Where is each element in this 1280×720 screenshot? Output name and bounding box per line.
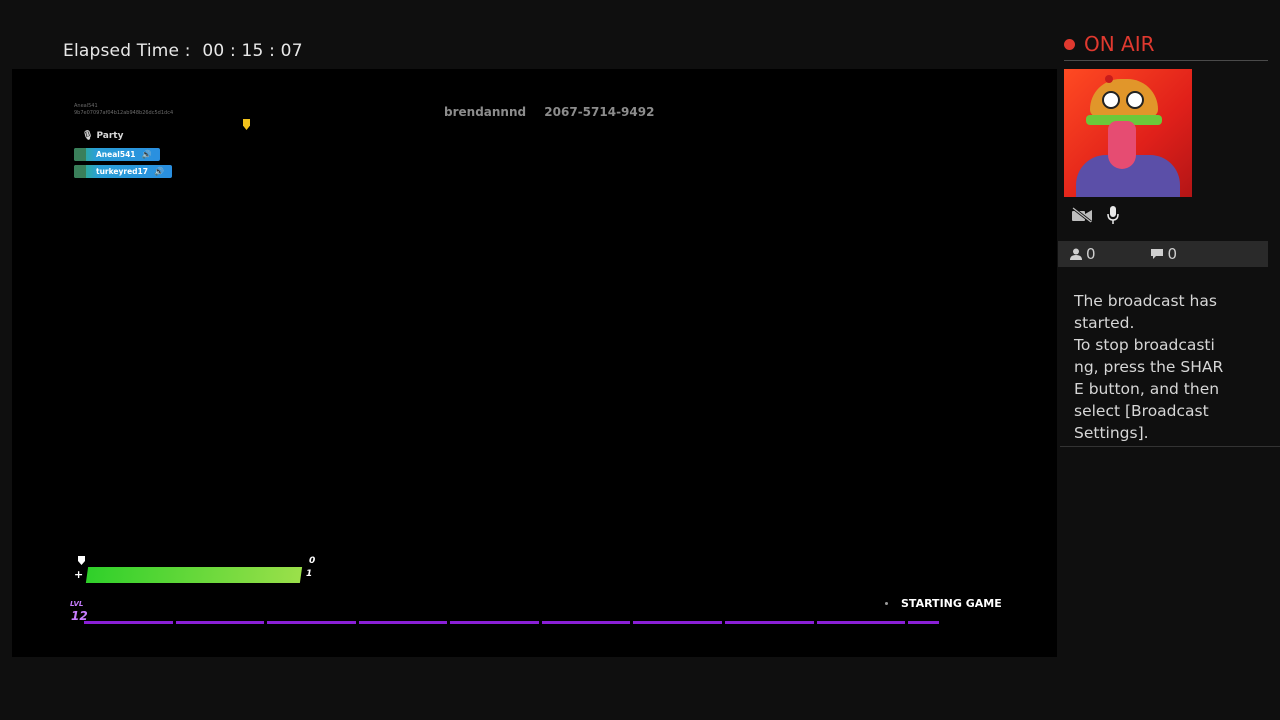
- xp-segment: [908, 621, 940, 624]
- speaker-icon: 🔊: [141, 150, 152, 159]
- onair-indicator: ON AIR: [1064, 32, 1155, 56]
- level-label: LVL: [70, 600, 84, 608]
- comment-count: 0: [1150, 245, 1178, 263]
- speaker-icon: 🔊: [153, 167, 164, 176]
- health-value: 1: [306, 569, 313, 579]
- party-member: Aneal541 🔊: [74, 148, 160, 161]
- map-marker-icon: [243, 119, 250, 130]
- shield-icon: [78, 556, 85, 565]
- player-info: brendannnd 2067-5714-9492: [444, 105, 654, 119]
- divider: [1060, 446, 1280, 447]
- party-member-name: turkeyred17: [96, 167, 148, 176]
- broadcast-message: The broadcast has started. To stop broad…: [1074, 292, 1224, 442]
- xp-segment: [724, 621, 814, 624]
- party-owner-id: 9b7e07097af04b12ab948b26dc5d1dc4: [74, 110, 174, 116]
- divider: [1064, 60, 1268, 61]
- xp-segment: [358, 621, 448, 624]
- xp-bar: [84, 621, 940, 624]
- party-header: 🎙 Party: [82, 131, 123, 141]
- party-owner-info: Aneal541 9b7e07097af04b12ab948b26dc5d1dc…: [74, 103, 173, 117]
- record-dot-icon: [1064, 38, 1075, 50]
- player-name: brendannnd: [444, 105, 527, 119]
- xp-segment: [84, 621, 173, 624]
- xp-segment: [816, 621, 906, 624]
- loading-dot-icon: [885, 602, 888, 605]
- party-member-avatar: [74, 148, 86, 161]
- party-owner-name: Aneal541: [74, 103, 98, 109]
- party-label: Party: [96, 131, 124, 141]
- health-bar: [85, 567, 303, 583]
- person-icon: [1070, 248, 1082, 260]
- xp-segment: [450, 621, 539, 624]
- elapsed-label: Elapsed Time: [63, 41, 180, 61]
- comment-icon: [1150, 249, 1163, 259]
- viewer-count: 0: [1070, 245, 1096, 263]
- camera-off-icon: [1072, 207, 1092, 223]
- xp-segment: [633, 621, 722, 624]
- shield-value: 0: [309, 556, 316, 566]
- broadcast-stats: 0 0: [1058, 241, 1268, 267]
- party-member-avatar: [74, 165, 86, 178]
- elapsed-value: 00 : 15 : 07: [202, 41, 303, 61]
- comment-count-value: 0: [1167, 245, 1178, 263]
- elapsed-time: Elapsed Time : 00 : 15 : 07: [63, 41, 303, 61]
- microphone-icon: 🎙: [82, 131, 94, 141]
- onair-label: ON AIR: [1084, 32, 1155, 56]
- xp-segment: [175, 621, 265, 624]
- game-screen: Aneal541 9b7e07097af04b12ab948b26dc5d1dc…: [12, 69, 1057, 657]
- party-member: turkeyred17 🔊: [74, 165, 172, 178]
- health-plus-icon: +: [74, 568, 84, 581]
- avatar: [1064, 69, 1192, 197]
- island-code: 2067-5714-9492: [544, 105, 655, 119]
- microphone-icon: [1107, 206, 1119, 224]
- game-status: STARTING GAME: [901, 597, 1002, 610]
- viewer-count-value: 0: [1086, 245, 1096, 263]
- xp-segment: [267, 621, 356, 624]
- party-member-name: Aneal541: [96, 150, 136, 159]
- xp-segment: [541, 621, 631, 624]
